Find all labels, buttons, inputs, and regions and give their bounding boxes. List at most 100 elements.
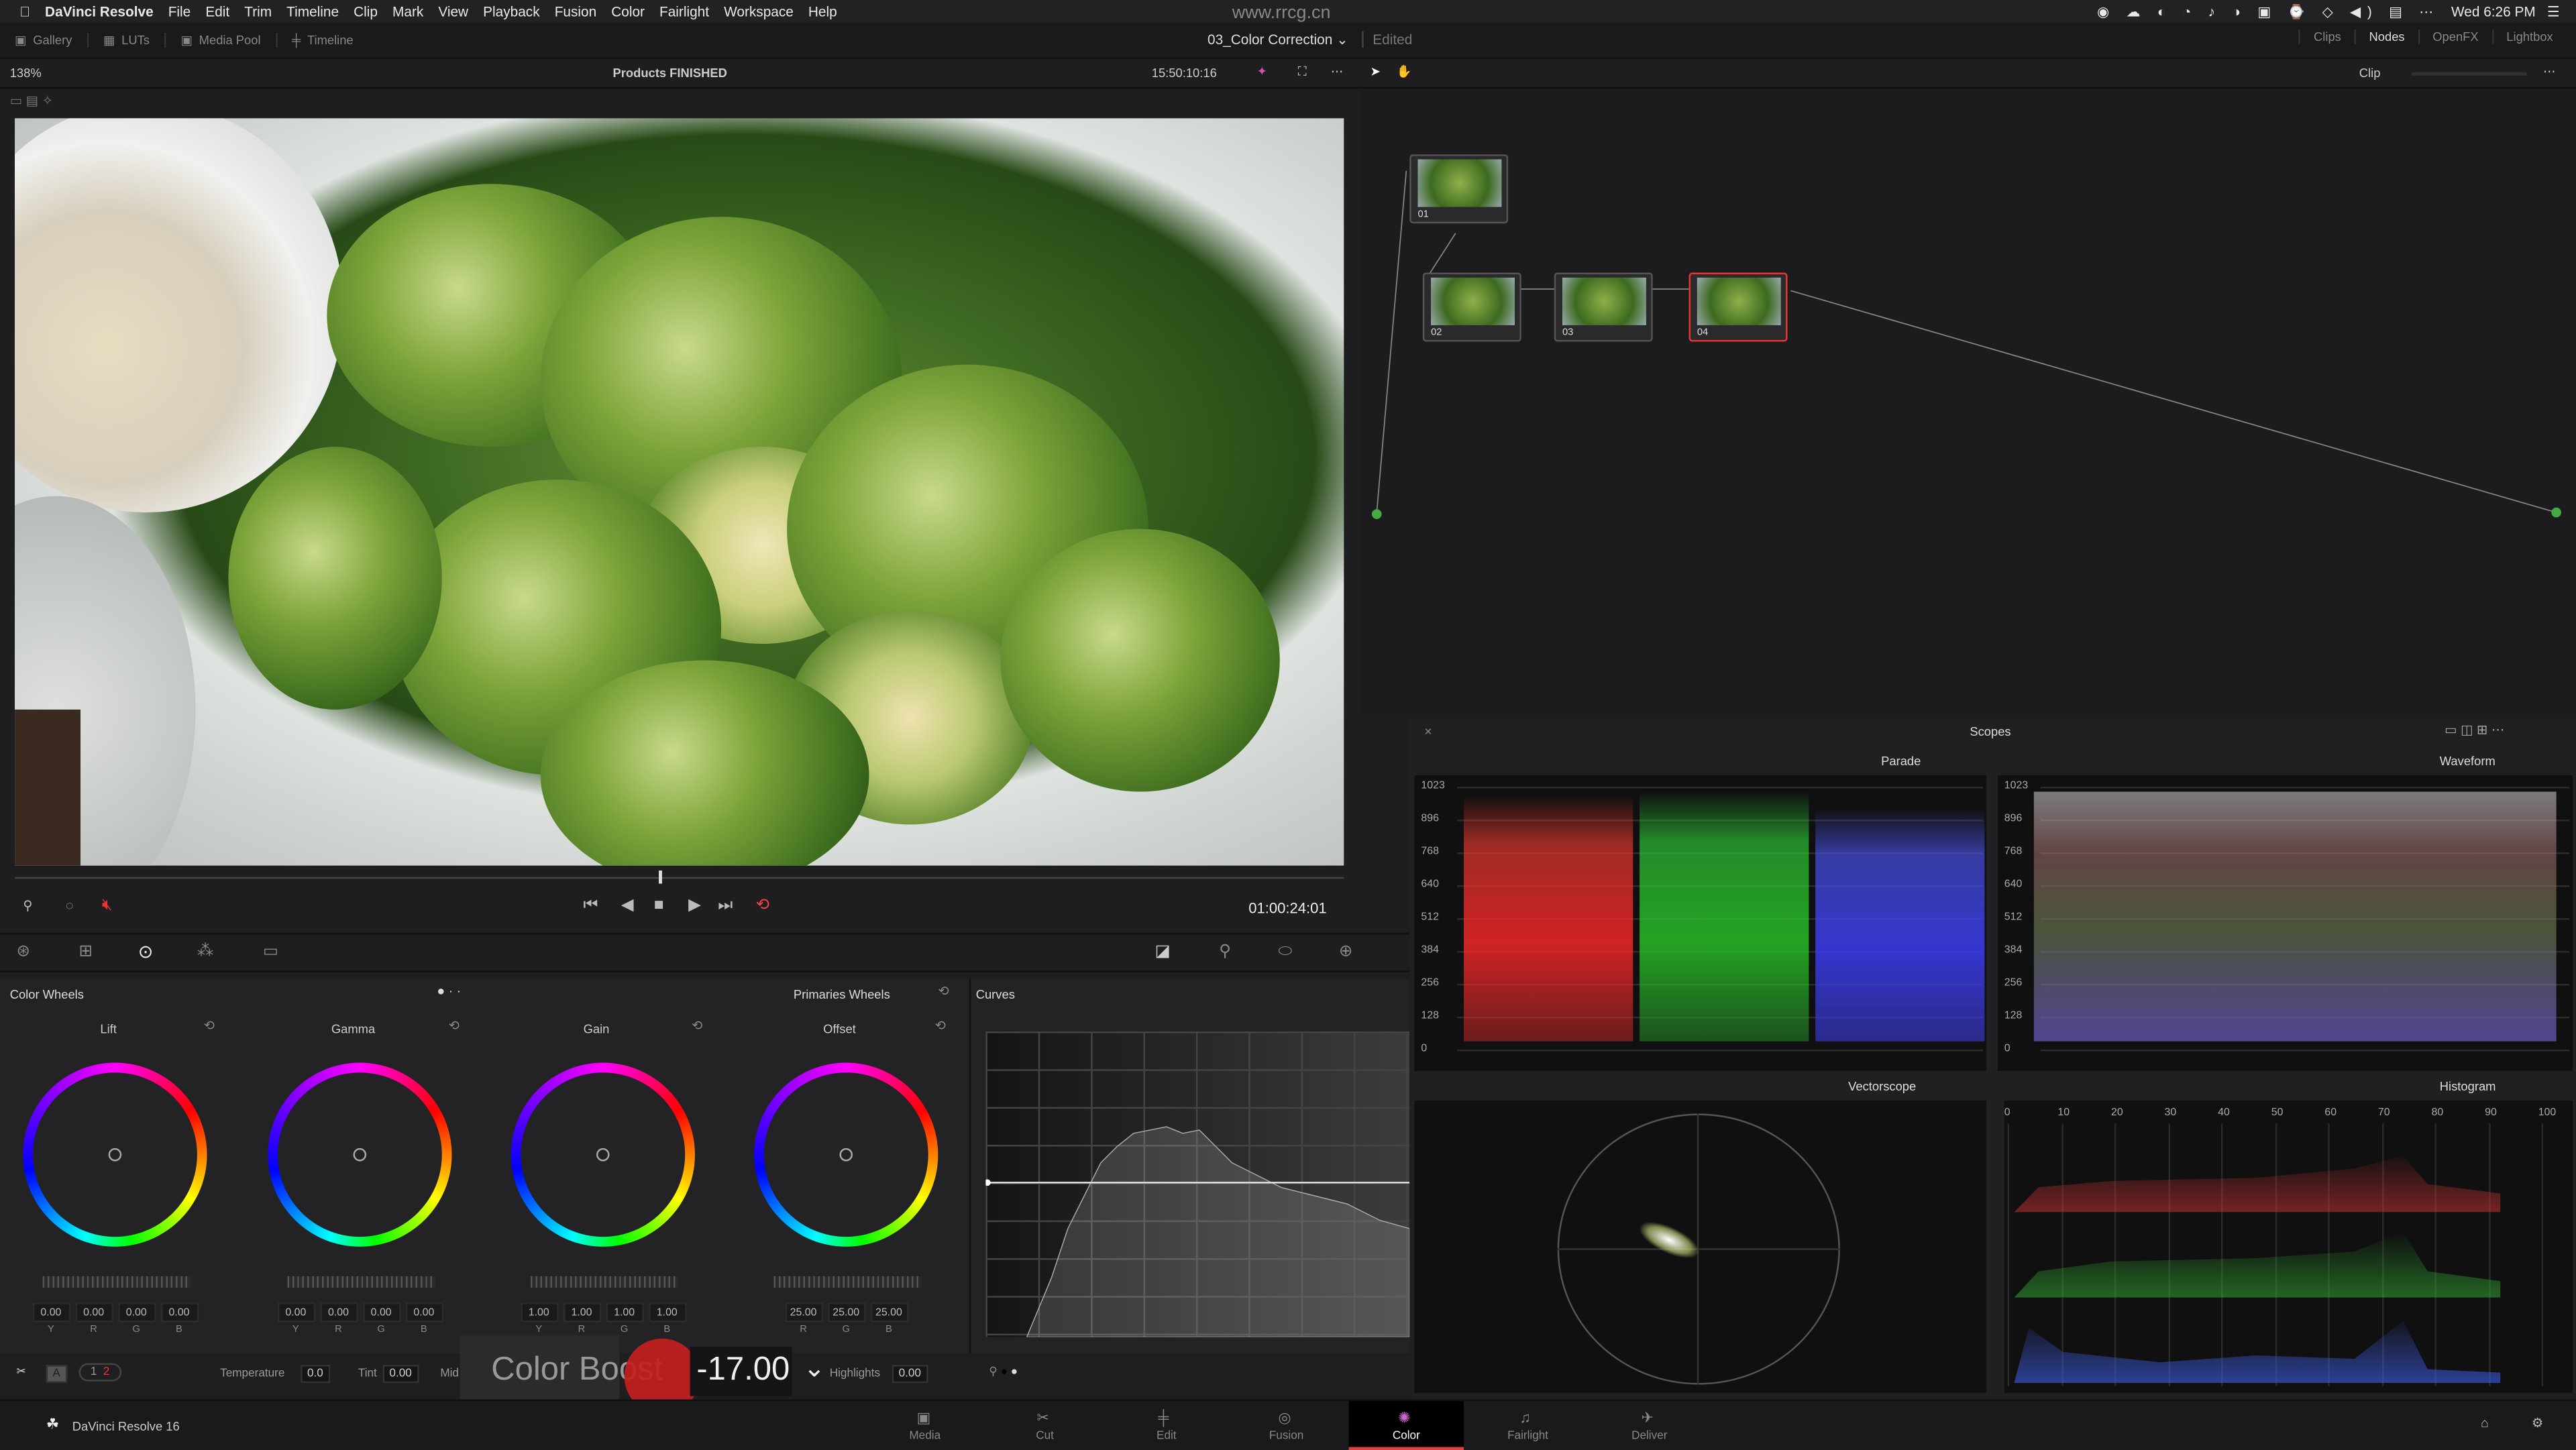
wheel-reset-icon[interactable]: ⟲ xyxy=(449,1018,460,1033)
curve-picker-icon[interactable]: ⚲ ● ● xyxy=(989,1365,1018,1378)
more-icon[interactable]: ⋯ xyxy=(1331,64,1343,79)
tint-field[interactable]: 0.00 xyxy=(382,1365,419,1384)
node-editor[interactable]: 01 02 03 04 xyxy=(1360,89,2576,715)
color-match-icon[interactable]: ⊞ xyxy=(79,943,93,961)
color-wheels-icon[interactable]: ⊙ xyxy=(138,941,154,962)
value-field[interactable]: 1.00 xyxy=(520,1302,558,1323)
skip-start-button[interactable]: ⏮ xyxy=(583,897,598,915)
media-pool-button[interactable]: ▣ Media Pool xyxy=(166,32,278,48)
zoom-select[interactable]: 138% xyxy=(10,66,42,80)
timeline-select[interactable]: Products FINISHED xyxy=(612,66,727,80)
menu-fairlight[interactable]: Fairlight xyxy=(659,3,709,19)
loop-icon[interactable]: ◌ xyxy=(66,899,74,913)
menu-help[interactable]: Help xyxy=(808,3,837,19)
value-field[interactable]: 0.00 xyxy=(74,1302,113,1323)
node-mode-select[interactable]: Clip xyxy=(2359,66,2381,80)
parade-select[interactable]: Parade xyxy=(1881,754,1921,769)
lightbox-button[interactable]: Lightbox xyxy=(2491,30,2566,45)
eyedropper-icon[interactable]: ⚲ xyxy=(23,899,32,913)
output-node[interactable] xyxy=(2551,507,2561,518)
page-fairlight[interactable]: ♫ Fairlight xyxy=(1470,1401,1585,1450)
settings-gear-icon[interactable]: ⚙ xyxy=(2532,1416,2544,1431)
fullscreen-icon[interactable]: ⛶ xyxy=(1298,64,1307,80)
node-01[interactable]: 01 xyxy=(1409,154,1509,224)
apple-icon[interactable]:  xyxy=(19,3,30,19)
value-field[interactable]: 25.00 xyxy=(827,1302,865,1323)
value-field[interactable]: 0.00 xyxy=(362,1302,400,1323)
video-viewer[interactable] xyxy=(15,118,1344,866)
curves-icon[interactable]: ◪ xyxy=(1155,943,1171,961)
value-field[interactable]: 1.00 xyxy=(648,1302,686,1323)
page-color[interactable]: ✺ Color xyxy=(1348,1400,1464,1450)
auto-button[interactable]: A xyxy=(46,1365,67,1384)
menu-mark[interactable]: Mark xyxy=(392,3,423,19)
value-field[interactable]: 1.00 xyxy=(605,1302,643,1323)
master-wheel-gain[interactable] xyxy=(531,1276,679,1288)
reset-icon[interactable]: ⟲ xyxy=(938,984,949,999)
page-media[interactable]: ▣ Media xyxy=(867,1401,982,1450)
pointer-icon[interactable]: ➤ xyxy=(1370,64,1380,79)
menu-list-icon[interactable]: ☰ xyxy=(2547,3,2560,21)
stop-button[interactable]: ■ xyxy=(654,897,664,915)
wheel-reset-icon[interactable]: ⟲ xyxy=(692,1018,702,1033)
wheel-puck[interactable] xyxy=(839,1148,853,1162)
color-wheel-gamma[interactable] xyxy=(268,1062,452,1247)
node-04[interactable]: 04 xyxy=(1688,272,1788,342)
qualifier-icon[interactable]: ⚲ xyxy=(1219,943,1231,961)
highlights-field[interactable]: 0.00 xyxy=(892,1365,928,1384)
waveform-select[interactable]: Waveform xyxy=(2440,754,2496,769)
hand-icon[interactable]: ✋ xyxy=(1397,64,1412,79)
gallery-button[interactable]: ▣ Gallery xyxy=(0,32,89,48)
wheels-mode-select[interactable]: Primaries Wheels xyxy=(794,987,890,1002)
value-field[interactable]: 0.00 xyxy=(160,1302,199,1323)
openfx-button[interactable]: OpenFX xyxy=(2418,30,2491,45)
wheel-reset-icon[interactable]: ⟲ xyxy=(934,1018,945,1033)
play-button[interactable]: ▶ xyxy=(688,897,701,915)
menu-playback[interactable]: Playback xyxy=(483,3,539,19)
master-wheel-lift[interactable] xyxy=(42,1276,191,1288)
menu-edit[interactable]: Edit xyxy=(205,3,229,19)
hdr-icon[interactable]: ⁂ xyxy=(197,943,213,961)
vectorscope-select[interactable]: Vectorscope xyxy=(1848,1079,1916,1094)
color-boost-control[interactable]: Color Boost -17.00 ⌄ xyxy=(473,1338,867,1414)
node-more-icon[interactable]: ⋯ xyxy=(2543,64,2555,79)
status-icons[interactable]: ◉ ☁ ◐ ◔ ♪ ◑ ▣ ⌚ ◇ ◀) ▤ ⋯ xyxy=(2097,3,2440,21)
menu-view[interactable]: View xyxy=(438,3,468,19)
page-toggle[interactable]: 1 2 xyxy=(78,1363,121,1382)
master-wheel-gamma[interactable] xyxy=(287,1276,435,1288)
page-1[interactable]: 1 xyxy=(91,1367,97,1378)
color-wheel-lift[interactable] xyxy=(23,1062,207,1247)
close-icon[interactable]: × xyxy=(1424,724,1432,739)
node-zoom-slider[interactable] xyxy=(2412,72,2527,76)
value-field[interactable]: 1.00 xyxy=(562,1302,601,1323)
page-cut[interactable]: ✂ Cut xyxy=(987,1401,1102,1450)
auto-balance-icon[interactable]: ✂ xyxy=(16,1365,25,1378)
color-boost-field[interactable]: -17.00 xyxy=(690,1347,792,1396)
temperature-field[interactable]: 0.0 xyxy=(301,1365,330,1384)
menu-workspace[interactable]: Workspace xyxy=(724,3,794,19)
layout-icons[interactable]: ▭ ◫ ⊞ ⋯ xyxy=(2445,723,2504,738)
step-back-button[interactable]: ◀ xyxy=(621,897,634,915)
color-wheel-gain[interactable] xyxy=(511,1062,695,1247)
page-dots[interactable]: ● · · xyxy=(437,984,461,999)
page-2[interactable]: 2 xyxy=(103,1367,110,1378)
clips-button[interactable]: Clips xyxy=(2298,30,2354,45)
skip-end-button[interactable]: ⏭ xyxy=(718,897,733,915)
node-02[interactable]: 02 xyxy=(1422,272,1521,342)
color-wheel-offset[interactable] xyxy=(754,1062,938,1247)
menu-file[interactable]: File xyxy=(168,3,191,19)
node-03[interactable]: 03 xyxy=(1554,272,1653,342)
page-fusion[interactable]: ◎ Fusion xyxy=(1229,1401,1344,1450)
rgb-mixer-icon[interactable]: ▭ xyxy=(263,943,278,961)
project-title[interactable]: 03_Color Correction ⌄ Edited xyxy=(1208,31,1413,50)
color-picker-icon[interactable]: ✦ xyxy=(1256,64,1267,79)
wheel-puck[interactable] xyxy=(596,1148,610,1162)
curve-point[interactable] xyxy=(985,1179,991,1186)
histogram-select[interactable]: Histogram xyxy=(2440,1079,2496,1094)
nodes-button[interactable]: Nodes xyxy=(2354,30,2418,45)
master-wheel-offset[interactable] xyxy=(773,1276,922,1288)
timeline-scrubber[interactable] xyxy=(15,870,1344,884)
value-field[interactable]: 0.00 xyxy=(276,1302,315,1323)
value-field[interactable]: 0.00 xyxy=(319,1302,358,1323)
viewer-mode-icons[interactable]: ▭ ▤ ✧ xyxy=(10,94,53,109)
